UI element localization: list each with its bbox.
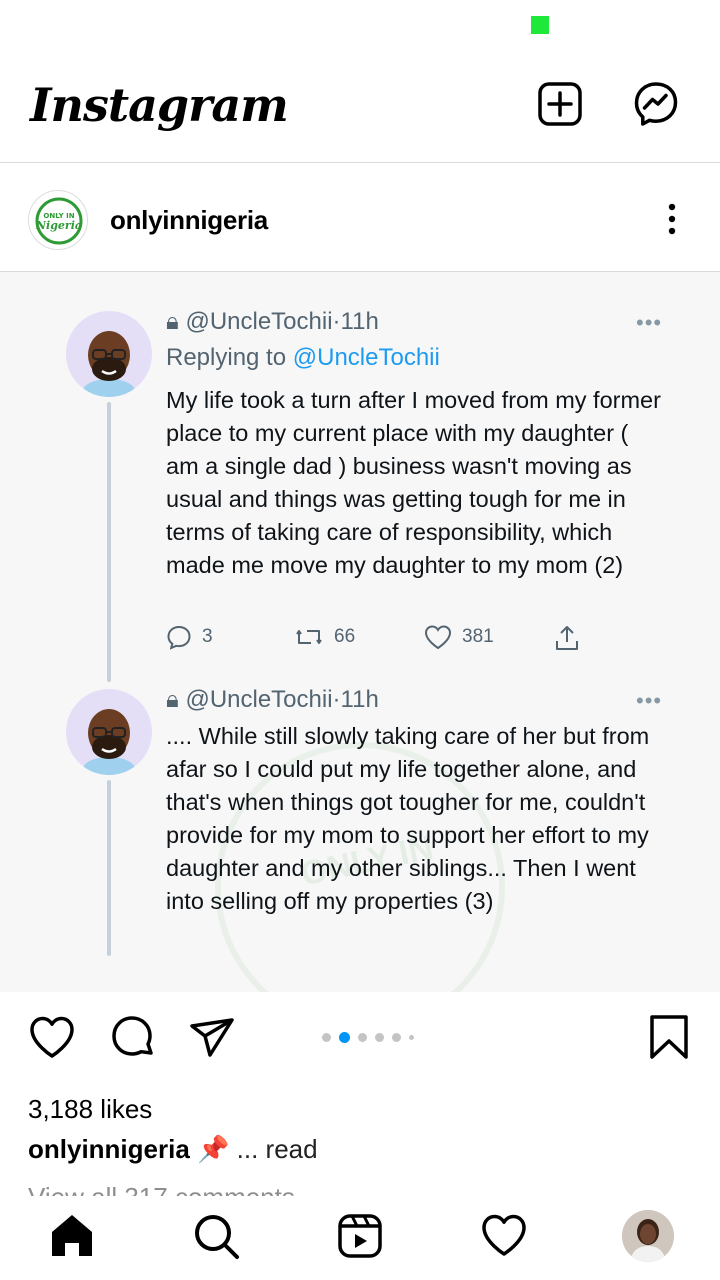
tweet-actions: 3 66 381 [166, 624, 596, 658]
upload-icon [556, 626, 578, 650]
post-username[interactable]: onlyinnigeria [110, 205, 268, 236]
bookmark-icon[interactable] [643, 1012, 695, 1064]
tweet-text: .... While still slowly taking care of h… [166, 723, 650, 914]
tweet-reply-count: 3 [166, 624, 213, 650]
instagram-logo: Instagram [30, 78, 289, 132]
tweet-share [554, 624, 580, 652]
carousel-dot [375, 1033, 384, 1042]
search-icon[interactable] [190, 1210, 242, 1262]
retweet-icon [296, 630, 322, 644]
tweet-retweet-count: 66 [294, 624, 355, 650]
bottom-nav [0, 1196, 720, 1280]
activity-icon[interactable] [478, 1210, 530, 1262]
pin-emoji: 📌 [197, 1134, 230, 1164]
tweet-more-icon: ••• [636, 310, 663, 335]
status-indicator [531, 16, 549, 34]
handle: @UncleTochii [185, 686, 333, 713]
new-post-icon[interactable] [536, 80, 584, 128]
post-image[interactable]: ONLY IN 🔒︎ @UncleTochii·11h ••• Replying… [0, 272, 720, 992]
carousel-dot [392, 1033, 401, 1042]
tweet-time: 11h [340, 308, 379, 335]
like-icon[interactable] [26, 1012, 78, 1064]
thread-line [107, 402, 111, 682]
carousel-dot [322, 1033, 331, 1042]
messenger-icon[interactable] [632, 80, 680, 128]
tweet-meta: 🔒︎ @UncleTochii·11h [166, 308, 379, 335]
caption-username[interactable]: onlyinnigeria [28, 1134, 190, 1164]
handle: @UncleTochii [185, 308, 333, 335]
more-options-icon[interactable] [660, 199, 684, 239]
tweet-meta: 🔒︎ @UncleTochii·11h [166, 686, 379, 713]
lock-icon: 🔒︎ [166, 308, 179, 335]
reels-icon[interactable] [334, 1210, 386, 1262]
tweet-text: My life took a turn after I moved from m… [166, 387, 661, 578]
read-more-link[interactable]: ... read [229, 1134, 318, 1164]
home-icon[interactable] [46, 1210, 98, 1262]
tweet-like-count: 381 [424, 624, 494, 650]
carousel-dot [358, 1033, 367, 1042]
tweet-avatar [66, 311, 152, 397]
carousel-indicator [322, 1032, 414, 1043]
caption: onlyinnigeria 📌 ... read [28, 1134, 318, 1165]
heart-icon [424, 625, 452, 650]
view-comments-link[interactable]: View all 317 comments [28, 1182, 295, 1196]
top-bar: Instagram [0, 62, 720, 162]
profile-avatar[interactable] [622, 1210, 674, 1262]
thread-line [107, 780, 111, 956]
tweet-time: 11h [340, 686, 379, 713]
carousel-dot [339, 1032, 350, 1043]
lock-icon: 🔒︎ [166, 686, 179, 713]
share-icon[interactable] [186, 1012, 238, 1064]
carousel-dot [409, 1035, 414, 1040]
tweet-more-icon: ••• [636, 688, 663, 713]
post-actions [0, 1012, 720, 1072]
post-header: ONLY IN Nigeria onlyinnigeria [0, 163, 720, 271]
comment-icon[interactable] [106, 1012, 158, 1064]
tweet-avatar [66, 689, 152, 775]
svg-text:Nigeria: Nigeria [35, 219, 82, 232]
replying-to: Replying to @UncleTochii [166, 344, 440, 371]
onlyinnigeria-logo[interactable]: ONLY IN Nigeria [28, 190, 88, 250]
likes-count[interactable]: 3,188 likes [28, 1094, 152, 1125]
reply-icon [167, 625, 191, 650]
